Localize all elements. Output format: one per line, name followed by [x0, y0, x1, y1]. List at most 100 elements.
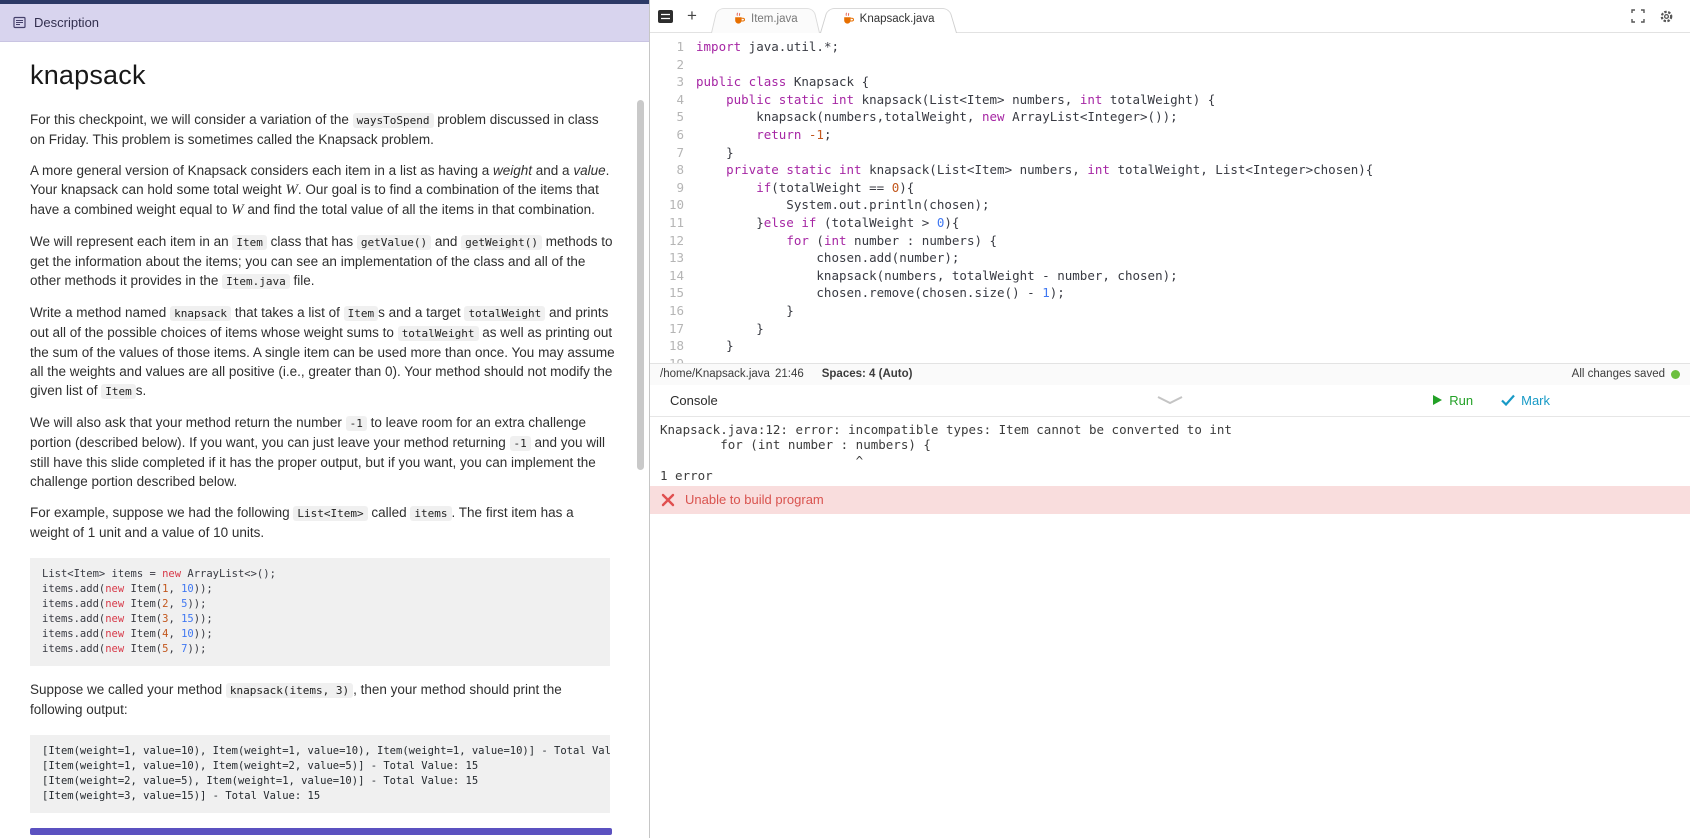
- line-number: 3: [676, 74, 684, 90]
- paragraph: We will also ask that your method return…: [30, 415, 606, 489]
- cursor-position: 21:46: [774, 368, 804, 380]
- file-path: /home/Knapsack.java: [660, 368, 770, 380]
- error-icon: [660, 492, 676, 508]
- doc-code-line: items.add(new Item(5, 7));: [42, 643, 207, 655]
- line-number: 5: [676, 109, 684, 125]
- tab-list: Item.java Knapsack.java: [717, 0, 962, 32]
- line-number: 2: [676, 56, 684, 72]
- paragraph: Write a method named knapsack that takes…: [30, 305, 615, 399]
- console-header: Console Run Mark: [650, 384, 1690, 417]
- doc-code-line: items.add(new Item(1, 10));: [42, 583, 213, 595]
- fullscreen-icon[interactable]: [1631, 9, 1645, 23]
- code-line[interactable]: 10 System.out.println(chosen);: [650, 196, 1690, 214]
- code-line[interactable]: 2: [650, 56, 1690, 74]
- code-line[interactable]: 4 public static int knapsack(List<Item> …: [650, 91, 1690, 109]
- line-number: 7: [676, 144, 684, 160]
- code-line[interactable]: 13 chosen.add(number);: [650, 249, 1690, 267]
- doc-code-block-output: [Item(weight=1, value=10), Item(weight=1…: [30, 735, 610, 813]
- panel-menu-icon[interactable]: [658, 9, 673, 23]
- paragraph: We will represent each item in an Item c…: [30, 234, 613, 289]
- java-icon: [733, 12, 745, 25]
- run-button[interactable]: Run: [1432, 393, 1473, 408]
- code-line[interactable]: 11 }else if (totalWeight > 0){: [650, 214, 1690, 232]
- gear-icon[interactable]: [1659, 9, 1674, 24]
- doc-output-line: [Item(weight=3, value=15)] - Total Value…: [42, 790, 321, 802]
- tab-label: Knapsack.java: [859, 12, 935, 25]
- java-icon: [842, 12, 854, 25]
- mark-button[interactable]: Mark: [1501, 393, 1550, 408]
- console-output: Knapsack.java:12: error: incompatible ty…: [650, 416, 1690, 486]
- page-title: knapsack: [30, 60, 146, 90]
- tab-bar: + Item.java Knapsack.java: [650, 0, 1690, 33]
- description-panel-title: Description: [34, 15, 100, 30]
- run-icon: [1433, 395, 1443, 405]
- code-line[interactable]: 6 return -1;: [650, 126, 1690, 144]
- line-number: 6: [676, 126, 684, 142]
- doc-content: knapsack For this checkpoint, we will co…: [0, 42, 649, 813]
- console-actions: Run Mark: [1432, 393, 1550, 408]
- line-number: 8: [676, 162, 684, 178]
- error-banner-text: Unable to build program: [685, 492, 824, 507]
- line-number: 14: [668, 267, 684, 283]
- code-line[interactable]: 17 }: [650, 320, 1690, 338]
- doc-output-line: [Item(weight=1, value=10), Item(weight=1…: [42, 745, 610, 757]
- doc-output-line: [Item(weight=2, value=5), Item(weight=1,…: [42, 775, 479, 787]
- code-line[interactable]: 18 }: [650, 337, 1690, 355]
- saved-indicator-dot: [1671, 369, 1680, 379]
- paragraph: For this checkpoint, we will consider a …: [30, 112, 599, 147]
- code-line[interactable]: 9 if(totalWeight == 0){: [650, 179, 1690, 197]
- paragraph: A more general version of Knapsack consi…: [30, 163, 610, 218]
- console-line: for (int number : numbers) {: [660, 437, 931, 452]
- doc-code-line: items.add(new Item(4, 10));: [42, 628, 213, 640]
- line-number: 1: [676, 39, 684, 54]
- line-number: 13: [668, 250, 684, 266]
- save-status: All changes saved: [1572, 368, 1680, 380]
- collapse-chevron-icon[interactable]: [1157, 395, 1183, 405]
- save-status-label: All changes saved: [1571, 368, 1665, 380]
- line-number: 17: [668, 320, 684, 336]
- code-line[interactable]: 1 import java.util.*;: [650, 38, 1690, 56]
- tab-knapsack-java[interactable]: Knapsack.java: [826, 5, 951, 32]
- console-line: 1 error: [660, 468, 713, 483]
- paragraph: For example, suppose we had the followin…: [30, 505, 574, 540]
- line-number: 10: [668, 197, 684, 213]
- tab-label: Item.java: [751, 12, 798, 25]
- doc-output-line: [Item(weight=1, value=10), Item(weight=2…: [42, 760, 479, 772]
- code-line[interactable]: 3 public class Knapsack {: [650, 73, 1690, 91]
- run-button-label: Run: [1449, 392, 1474, 408]
- tab-item-java[interactable]: Item.java: [717, 5, 814, 32]
- tabbar-actions: [1631, 9, 1682, 24]
- description-bottom-scrollbar[interactable]: [30, 828, 612, 835]
- line-number: 16: [668, 302, 684, 318]
- code-line[interactable]: 5 knapsack(numbers,totalWeight, new Arra…: [650, 108, 1690, 126]
- line-number: 9: [676, 179, 684, 195]
- status-bar: /home/Knapsack.java 21:46 Spaces: 4 (Aut…: [650, 362, 1690, 385]
- code-line[interactable]: 8 private static int knapsack(List<Item>…: [650, 161, 1690, 179]
- build-error-banner: Unable to build program: [650, 485, 1690, 514]
- line-number: 12: [668, 232, 684, 248]
- code-line[interactable]: 7 }: [650, 144, 1690, 162]
- code-line[interactable]: 15 chosen.remove(chosen.size() - 1);: [650, 284, 1690, 302]
- line-number: 11: [668, 214, 684, 230]
- console-line: ^: [660, 452, 864, 468]
- code-line[interactable]: 14 knapsack(numbers, totalWeight - numbe…: [650, 267, 1690, 285]
- doc-code-line: items.add(new Item(3, 15));: [42, 613, 213, 625]
- console-filler: [650, 513, 1690, 838]
- description-header: Description: [0, 4, 649, 42]
- description-scrollbar-thumb[interactable]: [637, 100, 644, 470]
- editor-panel: + Item.java Knapsack.java 1 import java.ut…: [650, 0, 1690, 838]
- app: Description knapsack For this checkpoint…: [0, 0, 1690, 838]
- doc-code-block-setup: List<Item> items = new ArrayList<>(); ite…: [30, 558, 610, 666]
- description-icon: [13, 16, 26, 29]
- code-line[interactable]: 19: [650, 355, 1690, 363]
- line-number: 4: [676, 91, 684, 107]
- code-editor[interactable]: 1 import java.util.*; 2 3 public class Knap…: [650, 33, 1690, 363]
- add-tab-button[interactable]: +: [683, 7, 701, 25]
- mark-button-label: Mark: [1521, 392, 1550, 408]
- description-panel: Description knapsack For this checkpoint…: [0, 0, 650, 838]
- code-line[interactable]: 12 for (int number : numbers) {: [650, 232, 1690, 250]
- line-number: 19: [650, 355, 684, 363]
- line-number: 18: [668, 338, 684, 354]
- code-line[interactable]: 16 }: [650, 302, 1690, 320]
- indentation-setting[interactable]: Spaces: 4 (Auto): [822, 368, 913, 380]
